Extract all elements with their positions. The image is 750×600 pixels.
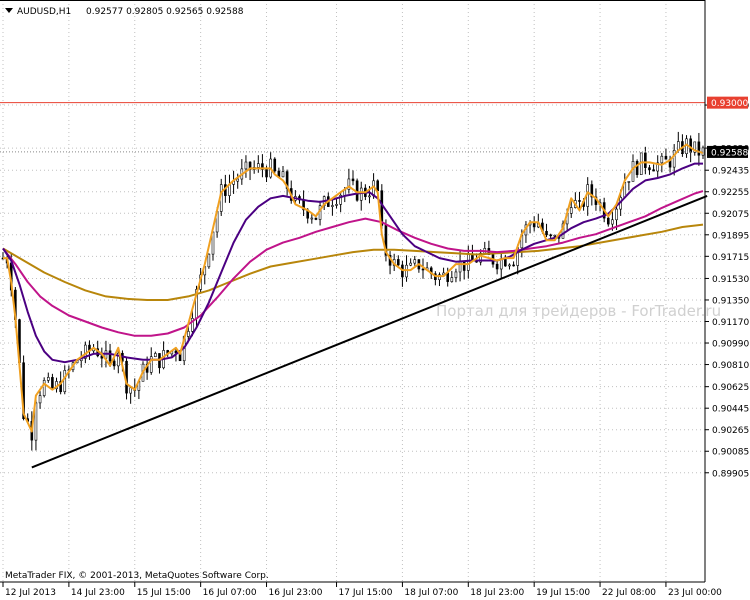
candle-body	[648, 167, 651, 171]
price-chart[interactable]: Портал для трейдеров - ForTrader.ru AUDU…	[0, 0, 750, 600]
candle-body	[409, 262, 412, 266]
y-axis-tick-label: 0.91530	[712, 275, 749, 285]
candle-body	[458, 260, 462, 273]
candle-body	[672, 150, 676, 168]
candle-body	[281, 171, 285, 178]
candle-body	[355, 180, 359, 201]
candle-body	[495, 263, 499, 270]
y-axis-tick-label: 0.91715	[712, 253, 749, 263]
candle-body	[549, 234, 552, 237]
y-axis-tick-label: 0.90810	[712, 361, 749, 371]
candle-body	[244, 161, 248, 170]
x-axis-tick-label: 16 Jul 07:00	[203, 588, 257, 598]
candle-body	[335, 204, 338, 206]
x-axis-tick-label: 12 Jul 2013	[5, 588, 56, 598]
candle-body	[689, 138, 692, 153]
y-axis-tick-label: 0.92255	[712, 188, 749, 198]
y-axis-tick-label: 0.90990	[712, 340, 749, 350]
watermark-text: Портал для трейдеров - ForTrader.ru	[436, 302, 721, 320]
candle-body	[462, 260, 466, 271]
candle-body	[265, 169, 268, 178]
candle-body	[368, 195, 371, 198]
candle-body	[236, 178, 240, 182]
y-axis-tick-label: 0.90445	[712, 405, 749, 415]
candle-body	[471, 254, 474, 261]
candle-body	[508, 264, 511, 267]
candle-body	[512, 264, 515, 267]
candle-body	[450, 277, 454, 282]
y-axis-tick-label: 0.89905	[712, 469, 749, 479]
x-axis-tick-label: 16 Jul 23:00	[269, 588, 323, 598]
candle-body	[376, 180, 380, 192]
y-axis-tick-label: 0.92075	[712, 210, 749, 220]
candle-body	[578, 200, 581, 202]
candle-body	[606, 217, 610, 225]
x-axis-tick-label: 23 Jul 00:00	[668, 588, 722, 598]
candle-body	[545, 230, 548, 236]
candle-body	[615, 208, 618, 221]
candle-body	[644, 152, 647, 168]
candle-body	[46, 377, 50, 381]
x-axis-tick-label: 14 Jul 23:00	[71, 588, 125, 598]
candle-body	[446, 272, 450, 282]
candle-body	[42, 380, 46, 396]
candle-body	[660, 155, 664, 164]
candle-body	[154, 353, 157, 357]
candle-body	[331, 205, 334, 207]
candle-body	[569, 207, 573, 214]
y-axis-tick-label: 0.91895	[712, 231, 749, 241]
candle-body	[627, 181, 631, 183]
y-axis-tick-label: 0.92435	[712, 167, 749, 177]
candle-body	[396, 259, 400, 266]
candle-body	[186, 331, 190, 337]
candle-body	[413, 259, 417, 264]
candle-body	[112, 360, 116, 367]
candle-body	[652, 169, 655, 172]
x-axis-tick-label: 17 Jul 15:00	[339, 588, 393, 598]
candle-body	[129, 387, 132, 394]
candle-body	[532, 222, 536, 228]
candle-body	[310, 217, 314, 220]
candle-body	[697, 141, 701, 156]
x-axis-tick-label: 18 Jul 07:00	[404, 588, 458, 598]
candle-body	[635, 161, 639, 175]
candle-body	[664, 155, 668, 160]
candle-body	[207, 253, 211, 268]
candle-body	[421, 268, 425, 271]
candle-body	[553, 234, 557, 237]
x-axis-tick-label: 15 Jul 15:00	[137, 588, 191, 598]
ohlc-values: 0.92577 0.92805 0.92565 0.92588	[86, 7, 244, 17]
candle-body	[38, 395, 42, 404]
y-axis-tick-label: 0.90265	[712, 426, 749, 436]
x-axis-tick-label: 22 Jul 08:00	[602, 588, 656, 598]
y-axis-tick-label: 0.90085	[712, 448, 749, 458]
candle-body	[256, 163, 260, 168]
x-axis-tick-label: 19 Jul 15:00	[536, 588, 590, 598]
y-axis-tick-label: 0.91350	[712, 296, 749, 306]
candle-body	[454, 271, 458, 278]
candle-body	[611, 219, 614, 225]
candle-body	[631, 161, 635, 182]
candle-body	[273, 158, 277, 172]
candle-body	[108, 350, 112, 362]
alert-price-label: 0.93000	[711, 99, 748, 109]
symbol-label: AUDUSD,H1	[17, 7, 71, 17]
current-price-label: 0.92588	[711, 148, 748, 158]
candle-body	[351, 178, 355, 182]
y-axis-tick-label: 0.91170	[712, 318, 749, 328]
candle-body	[63, 370, 67, 393]
candle-body	[504, 258, 507, 267]
x-axis-tick-label: 18 Jul 23:00	[470, 588, 524, 598]
y-axis-tick-label: 0.90625	[712, 383, 749, 393]
candle-body	[314, 217, 318, 220]
copyright-text: MetaTrader FIX, © 2001-2013, MetaQuotes …	[5, 571, 269, 581]
candle-body	[51, 377, 54, 390]
